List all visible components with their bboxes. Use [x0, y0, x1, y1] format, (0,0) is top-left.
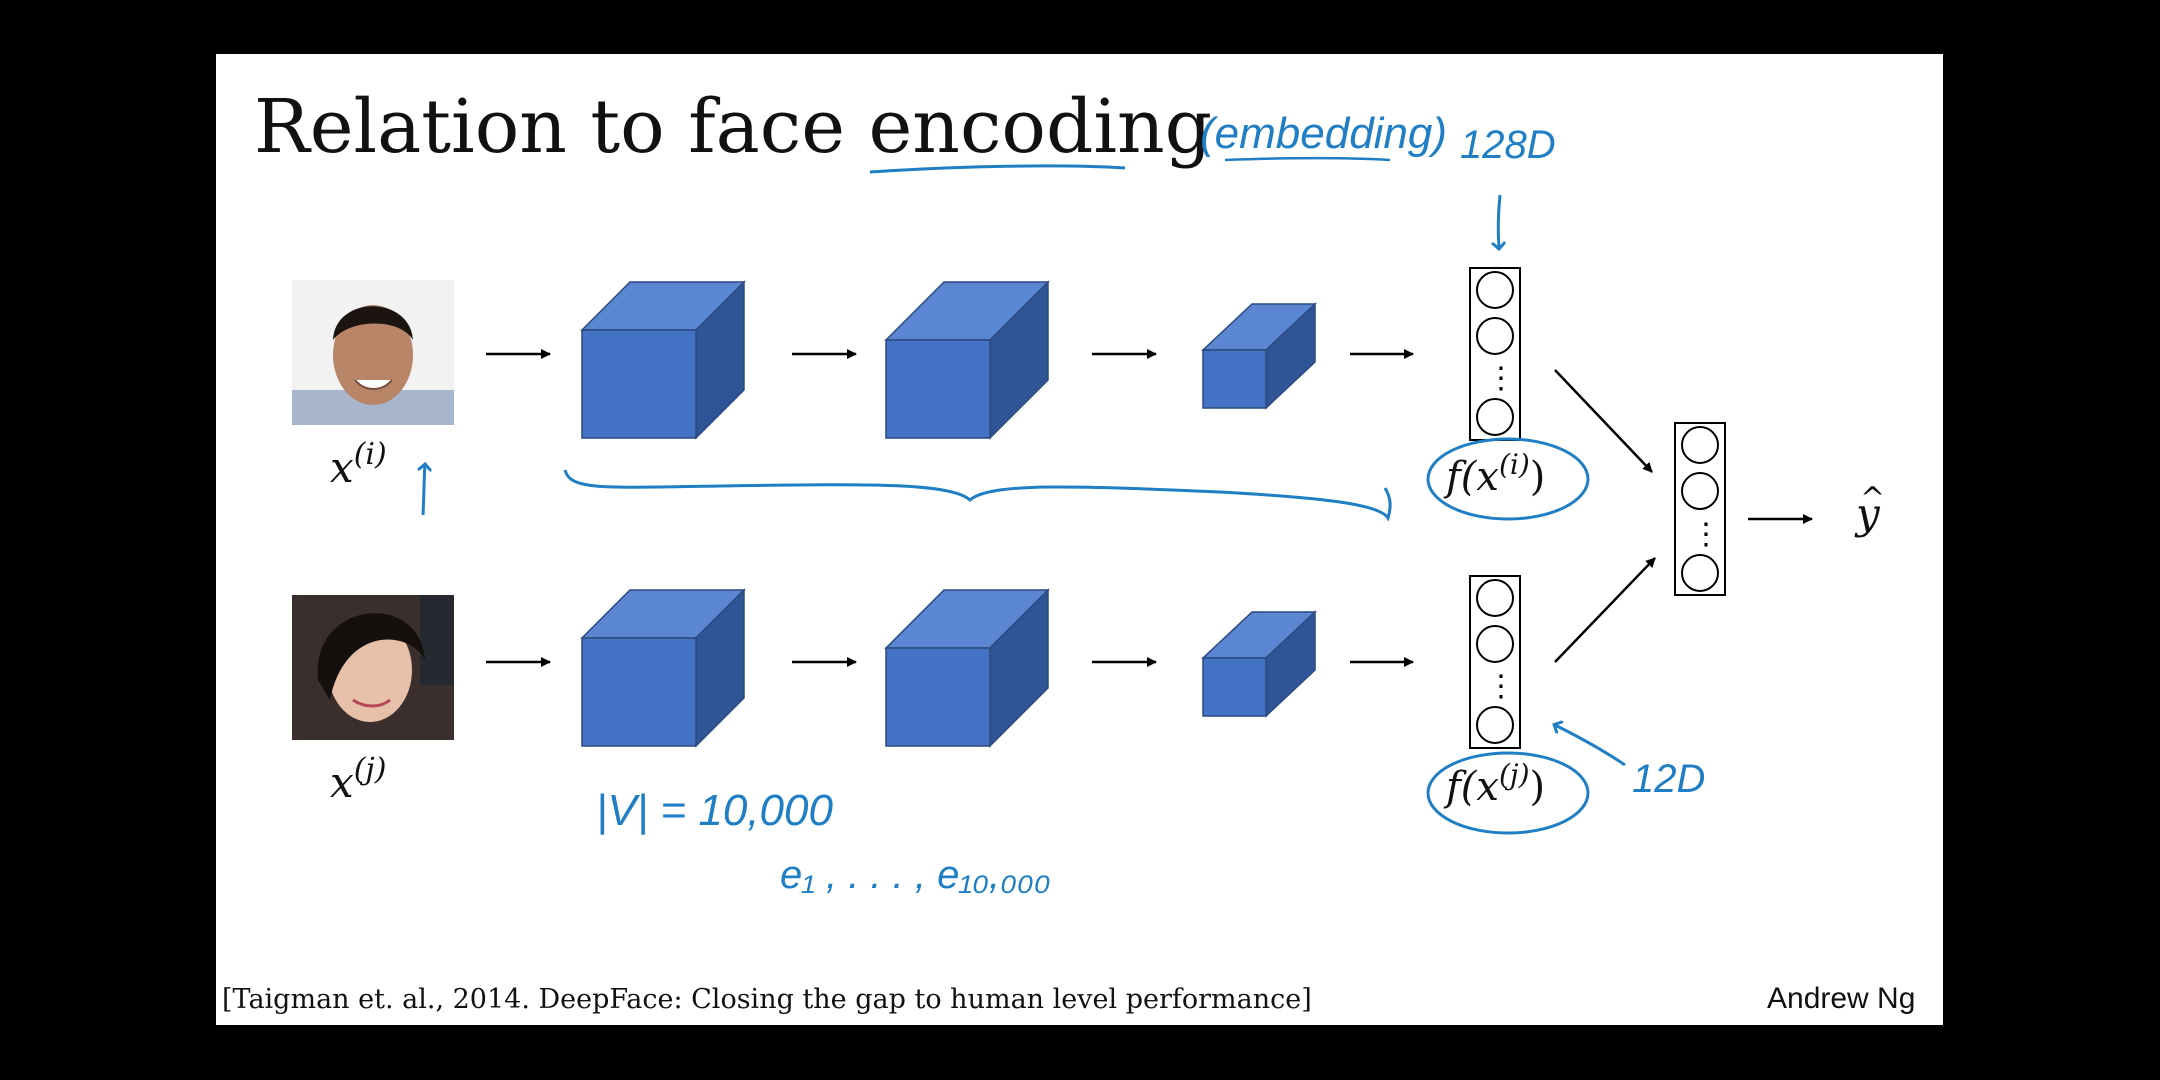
input-highlight-arrow: [423, 465, 425, 516]
conv-block-top-2: [884, 280, 1050, 440]
conv-block-bottom-1: [580, 588, 746, 748]
vocab-size-note: |V| = 10,000: [596, 786, 833, 835]
author: Andrew Ng: [1767, 982, 1915, 1015]
merge-arrow-top: [1554, 369, 1653, 473]
dim-bottom-arrow: [1555, 725, 1626, 767]
face-image-top: [292, 280, 454, 425]
dim-top-note: 128D: [1460, 123, 1556, 167]
page-title: Relation to face encoding: [254, 84, 1212, 170]
encoding-label-bottom: f(x(j)): [1443, 758, 1545, 810]
conv-block-bottom-2: [884, 588, 1050, 748]
encoding-vector-bottom: ⋮: [1469, 575, 1521, 749]
encoding-label-top: f(x(i)): [1443, 448, 1545, 500]
input-label-bottom: x(j): [330, 752, 386, 807]
network-brace: [563, 469, 1392, 522]
vector-dots-bottom: ⋮: [1486, 669, 1516, 704]
vector-dots-top: ⋮: [1486, 361, 1516, 396]
dim-bottom-note: 12D: [1632, 757, 1705, 801]
dim-top-arrow: [1498, 194, 1500, 248]
conv-block-top-1: [580, 280, 746, 440]
encoding-vector-top: ⋮: [1469, 267, 1521, 441]
embedding-underline: [1224, 156, 1391, 162]
diagram-canvas: Relation to face encoding (embedding) 12…: [222, 84, 1915, 1015]
merge-arrow-bottom: [1554, 557, 1656, 663]
vector-dots-comparison: ⋮: [1691, 517, 1721, 552]
output-hat: ^: [1860, 481, 1885, 516]
comparison-vector: ⋮: [1674, 422, 1726, 596]
conv-block-top-3: [1201, 302, 1317, 410]
embedding-note: (embedding): [1200, 109, 1447, 158]
input-label-top: x(i): [330, 437, 387, 492]
embedding-list-note: e₁ , . . . , e₁₀,₀₀₀: [780, 853, 1051, 897]
citation: [Taigman et. al., 2014. DeepFace: Closin…: [222, 984, 1312, 1015]
face-image-bottom: [292, 595, 454, 740]
conv-block-bottom-3: [1201, 610, 1317, 718]
